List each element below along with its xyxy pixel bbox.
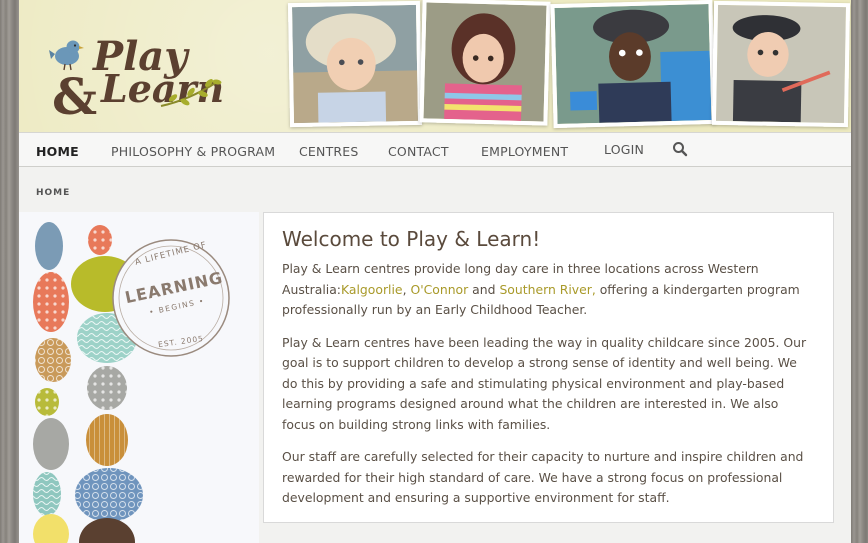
page-title: Welcome to Play & Learn! xyxy=(282,227,541,251)
link-oconnor[interactable]: O'Connor xyxy=(410,282,468,297)
nav-centres[interactable]: CENTRES xyxy=(299,144,359,159)
link-southern-river[interactable]: Southern River, xyxy=(499,282,595,297)
wood-frame-right xyxy=(851,0,868,543)
nav-home[interactable]: HOME xyxy=(36,144,79,159)
logo-graphic: Play & Learn xyxy=(49,33,224,126)
intro-paragraph: Play & Learn centres provide long day ca… xyxy=(282,259,815,321)
intro-sep-2: and xyxy=(468,281,500,297)
header-photo-4 xyxy=(711,0,851,128)
decorative-stones: A LIFETIME OF LEARNING • BEGINS • EST. 2… xyxy=(19,212,259,543)
site-logo[interactable]: Play & Learn xyxy=(49,10,249,126)
goal-paragraph: Play & Learn centres have been leading t… xyxy=(282,334,807,432)
breadcrumb: HOME xyxy=(36,188,71,198)
header-photo-1 xyxy=(287,0,423,128)
link-kalgoorlie[interactable]: Kalgoorlie xyxy=(341,282,403,297)
page: Play & Learn HOME PHILOSOPHY & PROGRAM C… xyxy=(19,0,851,543)
bird-icon xyxy=(49,40,84,71)
main-nav: HOME PHILOSOPHY & PROGRAM CENTRES CONTAC… xyxy=(19,132,851,167)
search-icon[interactable] xyxy=(672,141,688,157)
wood-frame-left xyxy=(0,0,19,543)
header-photo-3 xyxy=(550,0,716,129)
nav-employment[interactable]: EMPLOYMENT xyxy=(481,144,568,159)
header-photo-2 xyxy=(419,0,551,126)
nav-philosophy-program[interactable]: PHILOSOPHY & PROGRAM xyxy=(111,144,275,159)
nav-login[interactable]: LOGIN xyxy=(604,142,644,157)
nav-contact[interactable]: CONTACT xyxy=(388,144,449,159)
main-content: Welcome to Play & Learn! Play & Learn ce… xyxy=(263,212,834,523)
staff-paragraph: Our staff are carefully selected for the… xyxy=(282,449,804,505)
site-header: Play & Learn xyxy=(19,0,851,132)
logo-amp-text: & xyxy=(52,67,97,122)
